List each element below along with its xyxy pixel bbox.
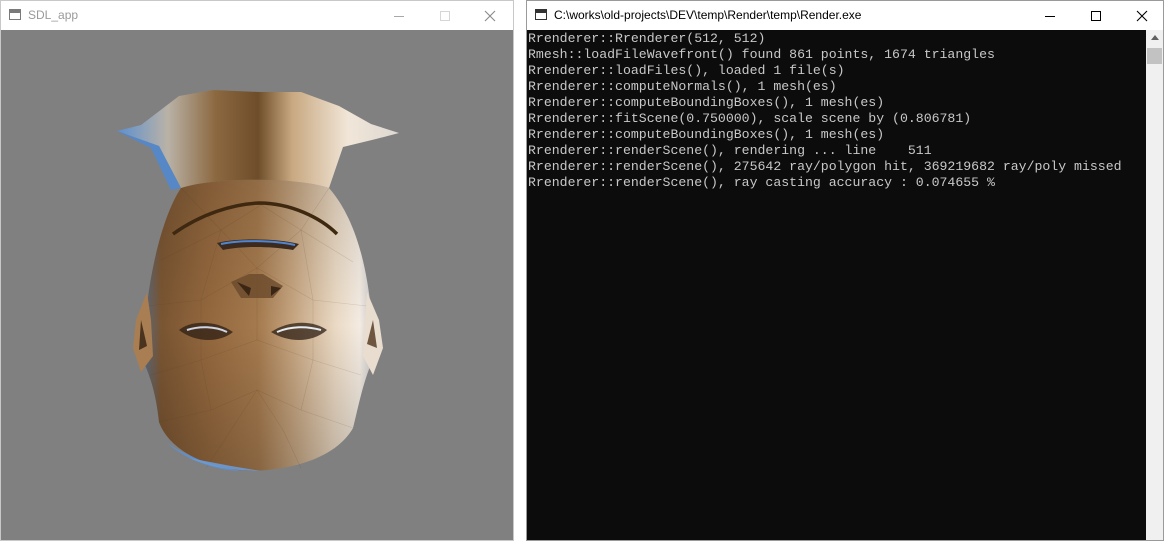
close-icon bbox=[484, 10, 496, 22]
maximize-icon bbox=[440, 11, 450, 21]
sdl-maximize-button[interactable] bbox=[422, 1, 468, 30]
close-icon bbox=[1136, 10, 1148, 22]
console-line: Rrenderer::computeBoundingBoxes(), 1 mes… bbox=[528, 95, 885, 110]
minimize-icon bbox=[394, 16, 404, 17]
console-line: Rrenderer::loadFiles(), loaded 1 file(s) bbox=[528, 63, 845, 78]
console-titlebar[interactable]: C:\works\old-projects\DEV\temp\Render\te… bbox=[527, 1, 1163, 30]
window-app-icon bbox=[535, 9, 547, 20]
scroll-thumb[interactable] bbox=[1147, 48, 1162, 64]
rendered-head-mesh bbox=[117, 90, 399, 471]
console-line: Rrenderer::fitScene(0.750000), scale sce… bbox=[528, 111, 972, 126]
console-close-button[interactable] bbox=[1119, 1, 1163, 30]
sdl-close-button[interactable] bbox=[467, 1, 513, 30]
sdl-app-window: SDL_app bbox=[0, 0, 514, 541]
scroll-up-arrow-icon[interactable] bbox=[1151, 35, 1159, 40]
console-scrollbar[interactable] bbox=[1146, 30, 1163, 540]
console-line: Rrenderer::Rrenderer(512, 512) bbox=[528, 31, 766, 46]
render-viewport[interactable] bbox=[1, 30, 513, 540]
sdl-window-title: SDL_app bbox=[28, 8, 79, 22]
maximize-icon bbox=[1091, 11, 1101, 21]
minimize-icon bbox=[1045, 16, 1055, 17]
console-window: C:\works\old-projects\DEV\temp\Render\te… bbox=[526, 0, 1164, 541]
sdl-minimize-button[interactable] bbox=[376, 1, 422, 30]
console-maximize-button[interactable] bbox=[1073, 1, 1119, 30]
console-line: Rmesh::loadFileWavefront() found 861 poi… bbox=[528, 47, 995, 62]
console-line: Rrenderer::computeNormals(), 1 mesh(es) bbox=[528, 79, 837, 94]
console-window-title: C:\works\old-projects\DEV\temp\Render\te… bbox=[554, 8, 862, 22]
console-output-area[interactable]: Rrenderer::Rrenderer(512, 512) Rmesh::lo… bbox=[527, 30, 1147, 540]
console-line: Rrenderer::renderScene(), 275642 ray/pol… bbox=[528, 159, 1122, 174]
console-line: Rrenderer::renderScene(), rendering ... … bbox=[528, 143, 932, 158]
console-line: Rrenderer::renderScene(), ray casting ac… bbox=[528, 175, 995, 190]
console-minimize-button[interactable] bbox=[1027, 1, 1073, 30]
console-output-text: Rrenderer::Rrenderer(512, 512) Rmesh::lo… bbox=[528, 31, 1122, 191]
sdl-titlebar[interactable]: SDL_app bbox=[1, 1, 513, 30]
console-line: Rrenderer::computeBoundingBoxes(), 1 mes… bbox=[528, 127, 885, 142]
window-app-icon bbox=[9, 9, 21, 20]
